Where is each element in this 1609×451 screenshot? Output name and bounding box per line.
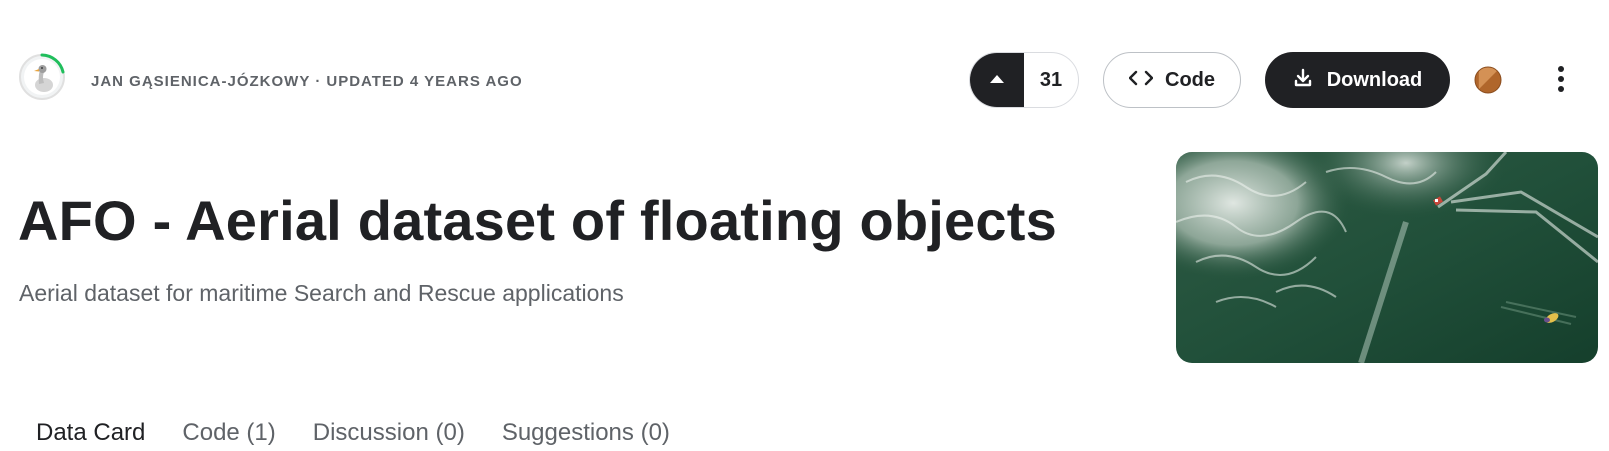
code-button-label: Code (1165, 68, 1215, 91)
upvote-button[interactable] (970, 53, 1024, 107)
author-avatar[interactable] (18, 53, 66, 101)
tab-data-card[interactable]: Data Card (36, 419, 145, 447)
tab-discussion[interactable]: Discussion (0) (313, 419, 465, 447)
tab-suggestions[interactable]: Suggestions (0) (502, 419, 670, 447)
updated-time: Updated 4 years ago (326, 73, 523, 90)
dataset-tabs: Data Card Code (1) Discussion (0) Sugges… (36, 419, 670, 447)
dataset-header: Jan Gąsienica-Józkowy · Updated 4 years ag… (0, 0, 1609, 160)
author-name[interactable]: Jan Gąsienica-Józkowy (91, 73, 310, 90)
meta-separator: · (315, 73, 322, 90)
code-button[interactable]: Code (1103, 52, 1241, 108)
tab-code[interactable]: Code (1) (182, 419, 275, 447)
dataset-subtitle: Aerial dataset for maritime Search and R… (19, 280, 624, 306)
user-avatar-icon[interactable] (1474, 66, 1502, 94)
dataset-meta: Jan Gąsienica-Józkowy · Updated 4 years ag… (91, 73, 523, 90)
more-dot (1558, 76, 1564, 82)
more-dot (1558, 86, 1564, 92)
dataset-cover-image (1176, 152, 1598, 363)
caret-up-icon (989, 71, 1005, 89)
dataset-title: AFO - Aerial dataset of floating objects (18, 189, 1057, 252)
download-button-label: Download (1326, 68, 1423, 91)
download-icon (1293, 68, 1313, 93)
more-vertical-icon[interactable] (1549, 62, 1573, 96)
code-brackets-icon (1128, 69, 1154, 91)
more-dot (1558, 66, 1564, 72)
download-button[interactable]: Download (1265, 52, 1450, 108)
vote-count: 31 (1039, 68, 1063, 91)
upvote-control: 31 (969, 52, 1079, 108)
